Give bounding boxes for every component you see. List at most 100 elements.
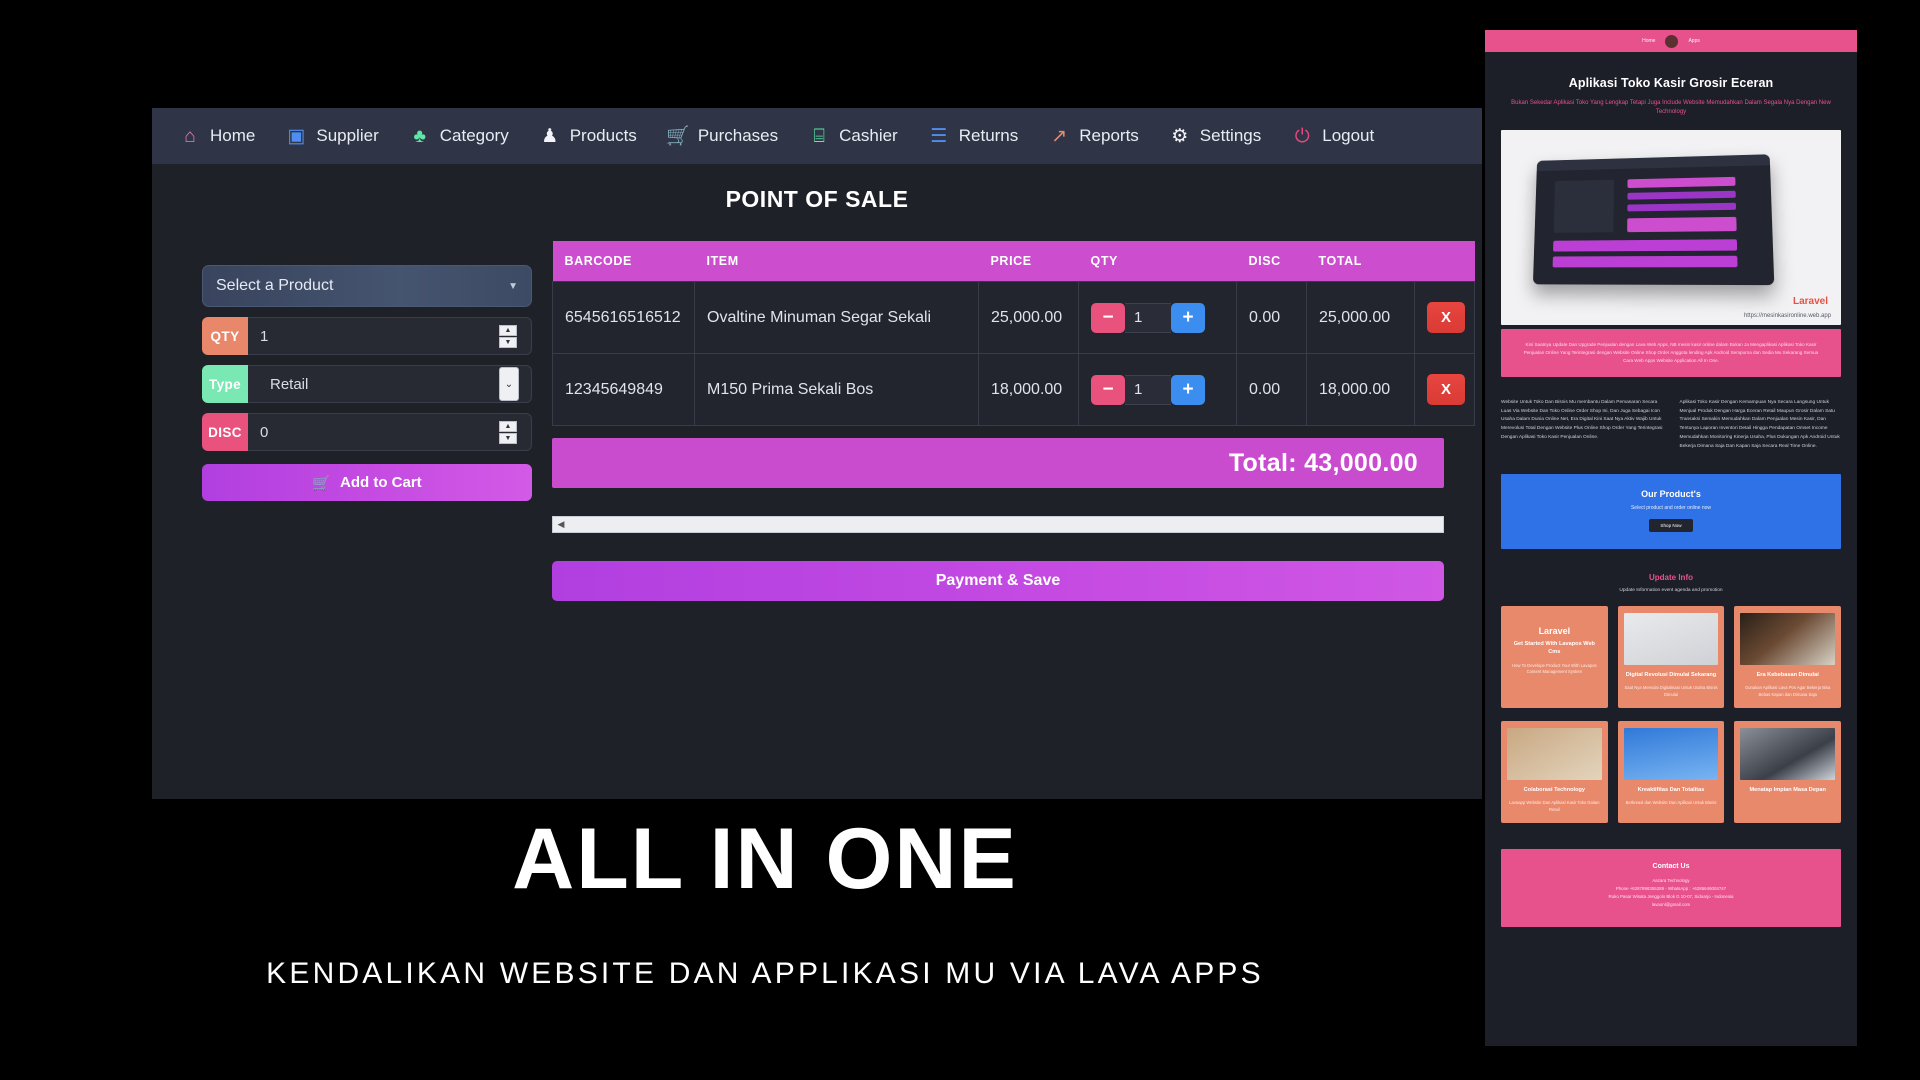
app-body: Select a Product ▼ QTY 1 ▲ ▼ Type Retail… <box>152 213 1482 601</box>
cart-table-body: 6545616516512 Ovaltine Minuman Segar Seka… <box>552 281 1475 426</box>
main-navbar: ⌂ Home ▣ Supplier ♣ Category ♟ Products 🛒 Purchas… <box>152 108 1482 164</box>
cart-table: BARCODE ITEM PRICE QTY DISC TOTAL 65456165165… <box>552 241 1475 426</box>
pos-app-window: ⌂ Home ▣ Supplier ♣ Category ♟ Products 🛒 Purchas… <box>152 108 1482 799</box>
list-item[interactable]: Colaborasi Technology Lavaapp Website Da… <box>1501 720 1608 823</box>
list-item[interactable]: Menatap Impian Masa Depan <box>1734 720 1842 823</box>
add-to-cart-button[interactable]: 🛒 Add to Cart <box>202 464 532 501</box>
laravel-logo-text: Laravel <box>1792 295 1828 307</box>
nav-item-label: Returns <box>958 126 1019 145</box>
type-select[interactable]: Retail ⌄ <box>248 365 532 403</box>
shirt-icon: ♟ <box>541 125 559 147</box>
scroll-left-icon[interactable]: ◀ <box>553 517 569 532</box>
cart-col-price: PRICE <box>978 241 1079 282</box>
promo-logo-icon <box>1665 34 1679 48</box>
nav-item-label: Supplier <box>316 126 379 145</box>
remove-row-button[interactable]: X <box>1427 374 1465 405</box>
qty-value-input[interactable]: 1 <box>1125 302 1171 333</box>
hero-device-mockup <box>1532 153 1775 285</box>
nav-item-products[interactable]: ♟ Products <box>526 119 650 153</box>
tag-icon: ♣ <box>413 125 426 147</box>
qty-input[interactable]: 1 ▲ ▼ <box>248 317 532 355</box>
disc-input[interactable]: 0 ▲ ▼ <box>248 413 532 451</box>
cart-total-label: Total: 43,000.00 <box>1228 448 1418 477</box>
list-item[interactable]: Era Kebebasan Dimulai Gunakan Aplikasi L… <box>1734 605 1842 708</box>
contact-us-section: Contact Us Aazara Technology Phone +6287… <box>1501 848 1841 928</box>
update-card-row-1: Laravel Get Started With Lavapos Web Cms… <box>1501 605 1842 708</box>
list-item[interactable]: Laravel Get Started With Lavapos Web Cms… <box>1501 605 1608 708</box>
nav-item-label: Reports <box>1079 126 1139 145</box>
cell-barcode: 12345649849 <box>552 353 695 426</box>
nav-item-purchases[interactable]: 🛒 Purchases <box>654 119 791 153</box>
cell-total: 18,000.00 <box>1306 353 1415 426</box>
promo-nav-apps[interactable]: Apps <box>1688 38 1699 44</box>
card-title: Digital Revolusi Dimulai Sekarang <box>1625 671 1717 678</box>
mockup-row <box>1627 176 1736 188</box>
chevron-down-icon[interactable]: ⌄ <box>499 367 519 401</box>
select-product-dropdown[interactable]: Select a Product ▼ <box>202 265 532 307</box>
update-card-row-2: Colaborasi Technology Lavaapp Website Da… <box>1501 720 1842 823</box>
cart-panel: BARCODE ITEM PRICE QTY DISC TOTAL 65456165165… <box>542 213 1482 601</box>
disc-stepper[interactable]: ▲ ▼ <box>499 420 517 444</box>
stepper-up-icon[interactable]: ▲ <box>499 420 517 432</box>
promo-two-column-text: Website Untuk Toko Dan Bisnis Mu membant… <box>1501 399 1841 452</box>
cart-table-head: BARCODE ITEM PRICE QTY DISC TOTAL <box>552 241 1475 282</box>
payment-save-button[interactable]: Payment & Save <box>552 561 1444 601</box>
select-product-label: Select a Product <box>216 277 334 294</box>
our-products-subtitle: Select product and order online now <box>1630 504 1712 511</box>
clipboard-icon: ☰ <box>930 125 948 147</box>
list-item[interactable]: Digital Revolusi Dimulai Sekarang Saat N… <box>1617 605 1725 708</box>
type-label: Type <box>202 365 248 403</box>
disc-value: 0 <box>260 423 269 441</box>
type-value: Retail <box>270 375 309 393</box>
nav-item-reports[interactable]: ↗ Reports <box>1035 119 1152 153</box>
table-row: 12345649849 M150 Prima Sekali Bos 18,000.0… <box>552 353 1475 426</box>
remove-row-button[interactable]: X <box>1427 302 1465 333</box>
qty-increment-button[interactable]: + <box>1171 374 1205 405</box>
cart-icon: 🛒 <box>312 474 331 492</box>
chart-icon: ↗ <box>1051 125 1068 147</box>
nav-item-cashier[interactable]: ⌸ Cashier <box>795 119 911 153</box>
horizontal-scrollbar[interactable]: ◀ <box>552 516 1444 533</box>
cart-col-barcode: BARCODE <box>552 241 695 282</box>
nav-item-home[interactable]: ⌂ Home <box>166 119 268 153</box>
stepper-down-icon[interactable]: ▼ <box>499 432 517 444</box>
qty-decrement-button[interactable]: − <box>1091 302 1125 333</box>
man-portrait-image <box>1740 612 1836 665</box>
banner-subline: KENDALIKAN WEBSITE DAN APPLIKASI MU VIA … <box>266 957 1264 990</box>
promo-topbar: Home Apps <box>1485 30 1857 52</box>
qty-decrement-button[interactable]: − <box>1091 374 1125 405</box>
desk-gadgets-image <box>1623 612 1719 665</box>
cell-qty: −1 + <box>1078 353 1237 426</box>
shop-now-button[interactable]: Shop Now <box>1649 518 1693 532</box>
promo-hero-image: Laravel https://mesinkasironline.web.app <box>1501 129 1841 325</box>
cell-item: M150 Prima Sekali Bos <box>694 353 979 426</box>
promo-nav-home[interactable]: Home <box>1642 38 1655 44</box>
power-icon: ⏻ <box>1294 125 1310 147</box>
update-info-subtitle: Update Information event agenda and prom… <box>1619 587 1723 593</box>
card-desc: Saat Nya Memulai Digitalisasi Untuk Usah… <box>1624 685 1718 697</box>
nav-item-logout[interactable]: ⏻ Logout <box>1278 119 1387 153</box>
cell-qty: −1 + <box>1078 281 1237 354</box>
our-products-section: Our Product's Select product and order o… <box>1501 473 1841 549</box>
qty-increment-button[interactable]: + <box>1171 302 1205 333</box>
nav-item-category[interactable]: ♣ Category <box>396 119 522 153</box>
nav-item-returns[interactable]: ☰ Returns <box>915 119 1032 153</box>
cell-price: 25,000.00 <box>978 281 1079 354</box>
stepper-down-icon[interactable]: ▼ <box>499 336 517 348</box>
nav-item-supplier[interactable]: ▣ Supplier <box>272 119 391 153</box>
qty-stepper[interactable]: ▲ ▼ <box>499 324 517 348</box>
mockup-row <box>1627 190 1736 200</box>
promo-content: Aplikasi Toko Kasir Grosir Eceran Bukan … <box>1485 76 1857 928</box>
nav-item-label: Home <box>210 126 256 145</box>
disc-label: DISC <box>202 413 248 451</box>
promo-pink-paragraph: Kini Saatnya Update Dan Upgrade Penjuala… <box>1501 328 1841 377</box>
cart-total-bar: Total: 43,000.00 <box>552 438 1444 488</box>
stepper-up-icon[interactable]: ▲ <box>499 324 517 336</box>
table-row: 6545616516512 Ovaltine Minuman Segar Seka… <box>552 281 1475 354</box>
qty-value-input[interactable]: 1 <box>1125 374 1171 405</box>
mockup-row <box>1552 255 1738 267</box>
website-preview-panel: Home Apps Aplikasi Toko Kasir Grosir Ece… <box>1485 30 1857 1046</box>
nav-item-label: Logout <box>1322 126 1375 145</box>
list-item[interactable]: Kreaktifitas Dan Totalitas Berkreasi dan… <box>1617 720 1725 823</box>
nav-item-settings[interactable]: ⚙ Settings <box>1156 119 1274 153</box>
